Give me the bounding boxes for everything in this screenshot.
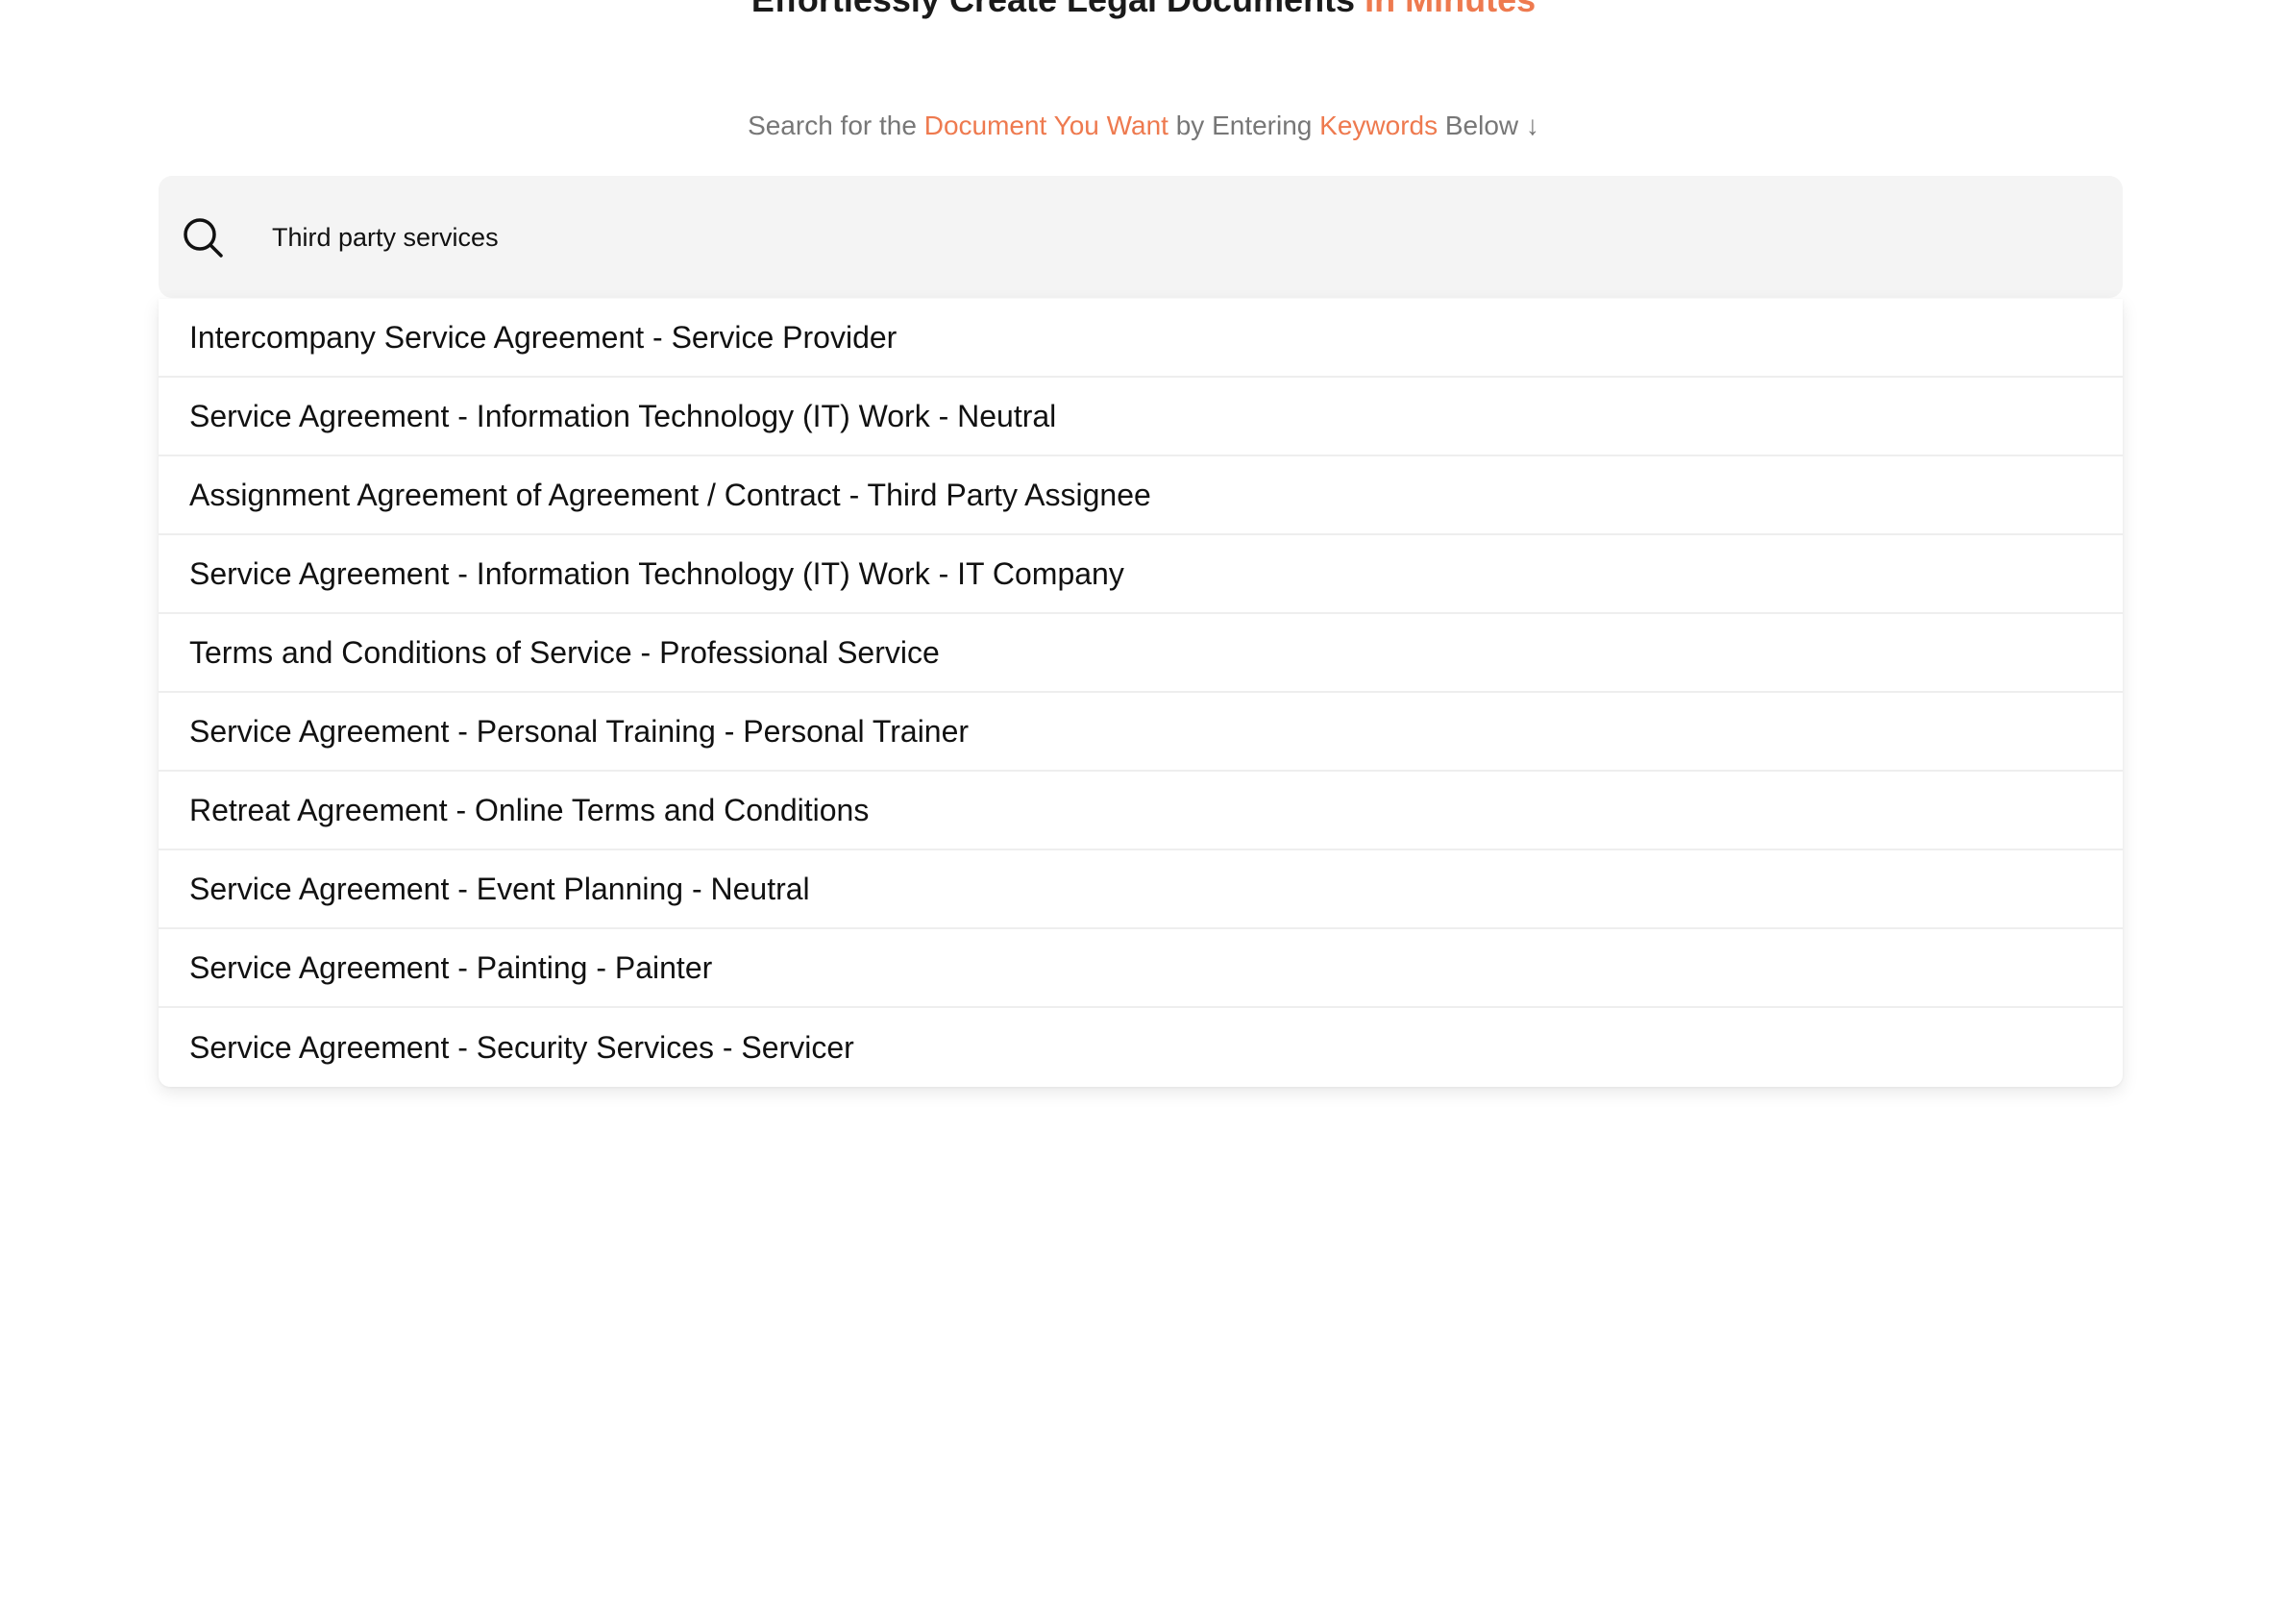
search-result-item[interactable]: Service Agreement - Painting - Painter	[159, 929, 2123, 1008]
search-box[interactable]	[159, 176, 2123, 298]
search-input[interactable]	[272, 212, 2078, 262]
page-headline: Effortlessly Create Legal Documents In M…	[0, 0, 2287, 21]
instructions-text-2: by Entering	[1175, 111, 1313, 140]
search-result-item[interactable]: Service Agreement - Security Services - …	[159, 1008, 2123, 1087]
search-icon[interactable]	[182, 216, 224, 258]
search-result-item[interactable]: Service Agreement - Information Technolo…	[159, 378, 2123, 456]
search-result-item[interactable]: Retreat Agreement - Online Terms and Con…	[159, 772, 2123, 850]
search-result-item[interactable]: Service Agreement - Event Planning - Neu…	[159, 850, 2123, 929]
search-result-item[interactable]: Assignment Agreement of Agreement / Cont…	[159, 456, 2123, 535]
search-result-item[interactable]: Service Agreement - Personal Training - …	[159, 693, 2123, 772]
instructions-text-3: Below ↓	[1444, 111, 1539, 140]
search-instructions: Search for the Document You Want by Ente…	[0, 109, 2287, 143]
instructions-accent-1: Document You Want	[923, 111, 1168, 140]
instructions-accent-2: Keywords	[1319, 111, 1439, 140]
search-results-dropdown: Intercompany Service Agreement - Service…	[159, 299, 2123, 1087]
page: Effortlessly Create Legal Documents In M…	[0, 0, 2287, 1624]
search-result-item[interactable]: Terms and Conditions of Service - Profes…	[159, 614, 2123, 693]
headline-accent: In Minutes	[1365, 0, 1536, 19]
headline-text: Effortlessly Create Legal Documents	[751, 0, 1355, 19]
instructions-text-1: Search for the	[748, 111, 917, 140]
search-result-item[interactable]: Intercompany Service Agreement - Service…	[159, 299, 2123, 378]
search-result-item[interactable]: Service Agreement - Information Technolo…	[159, 535, 2123, 614]
